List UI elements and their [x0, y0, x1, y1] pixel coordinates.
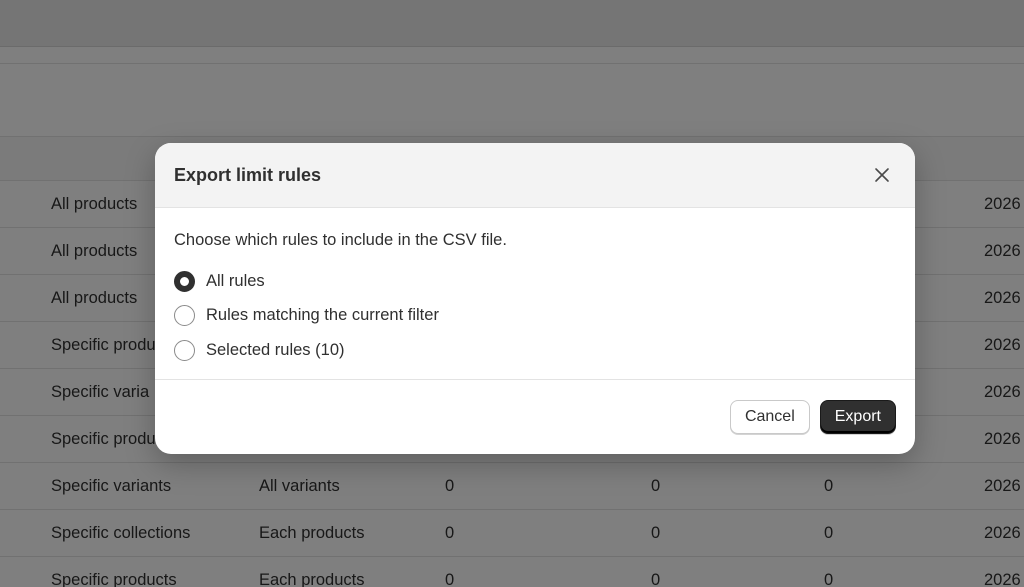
radio-matching-filter[interactable] [174, 305, 195, 327]
export-modal: Export limit rules Choose which rules to… [155, 143, 915, 454]
option-all-rules[interactable]: All rules [174, 264, 896, 299]
modal-title: Export limit rules [174, 164, 322, 185]
option-label: All rules [206, 271, 265, 290]
option-matching-filter[interactable]: Rules matching the current filter [174, 299, 896, 334]
page: All products 2026 All products 2026 All … [0, 0, 1024, 587]
option-label: Selected rules (10) [206, 340, 345, 359]
option-label: Rules matching the current filter [206, 306, 439, 325]
modal-header: Export limit rules [155, 143, 915, 208]
close-button[interactable] [868, 161, 896, 189]
option-selected-rules[interactable]: Selected rules (10) [174, 333, 896, 368]
export-button[interactable]: Export [819, 399, 896, 434]
radio-all-rules[interactable] [174, 270, 195, 292]
modal-body: Choose which rules to include in the CSV… [155, 208, 915, 380]
export-prompt: Choose which rules to include in the CSV… [174, 231, 507, 249]
radio-selected-rules[interactable] [174, 339, 195, 361]
modal-footer: Cancel Export [155, 380, 915, 453]
close-icon [875, 168, 889, 182]
cancel-button[interactable]: Cancel [729, 399, 810, 434]
